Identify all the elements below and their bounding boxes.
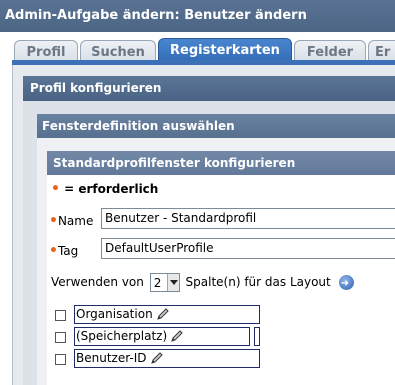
- columns-select[interactable]: 2: [149, 273, 180, 292]
- required-dot-icon: •: [51, 181, 60, 197]
- section-header-window-definition: Fensterdefinition auswählen: [37, 114, 395, 138]
- default-profile-window-panel: Standardprofilfenster konfigurieren • = …: [37, 138, 395, 385]
- field-item-speicherplatz[interactable]: (Speicherplatz): [74, 327, 250, 346]
- field-item-resize-handle[interactable]: [254, 327, 260, 346]
- pencil-icon[interactable]: [170, 330, 184, 343]
- go-arrow-icon[interactable]: [338, 274, 354, 294]
- name-field[interactable]: Benutzer - Standardprofil: [101, 208, 395, 229]
- field-item-organisation[interactable]: Organisation: [74, 305, 260, 324]
- columns-suffix-text: Spalte(n) für das Layout: [185, 275, 331, 289]
- required-legend-text: = erforderlich: [59, 182, 159, 196]
- name-label: Name: [57, 214, 94, 228]
- window-title: Admin-Aufgabe ändern: Benutzer ändern: [0, 0, 395, 32]
- field-checkbox-speicherplatz[interactable]: [55, 332, 66, 343]
- form-content: • = erforderlich •Name Benutzer - Standa…: [47, 175, 395, 385]
- field-item-label: Benutzer-ID: [76, 351, 147, 365]
- columns-row: Verwenden von 2 Spalte(n) für das Layout: [51, 272, 354, 294]
- section-header-profile-config: Profil konfigurieren: [23, 76, 395, 101]
- tag-field[interactable]: DefaultUserProfile: [101, 238, 395, 259]
- columns-select-value: 2: [153, 276, 162, 290]
- field-checkbox-organisation[interactable]: [55, 310, 66, 321]
- field-checkbox-benutzer-id[interactable]: [55, 354, 66, 365]
- name-label-group: •Name: [49, 213, 93, 229]
- chevron-down-icon[interactable]: [166, 274, 179, 291]
- pencil-icon[interactable]: [150, 352, 164, 365]
- section-header-default-profile-window: Standardprofilfenster konfigurieren: [47, 151, 395, 175]
- profile-config-panel: Profil konfigurieren Fensterdefinition a…: [12, 65, 395, 385]
- required-legend: • = erforderlich: [51, 181, 158, 197]
- columns-prefix-text: Verwenden von: [51, 275, 144, 289]
- field-item-label: Organisation: [76, 307, 153, 321]
- pencil-icon[interactable]: [156, 308, 170, 321]
- field-item-label: (Speicherplatz): [76, 329, 168, 343]
- tag-label: Tag: [57, 244, 79, 258]
- required-dot-icon: •: [49, 213, 58, 229]
- window-definition-panel: Fensterdefinition auswählen Standardprof…: [23, 101, 395, 385]
- required-dot-icon: •: [49, 243, 58, 259]
- field-item-benutzer-id[interactable]: Benutzer-ID: [74, 349, 260, 368]
- tag-label-group: •Tag: [49, 243, 78, 259]
